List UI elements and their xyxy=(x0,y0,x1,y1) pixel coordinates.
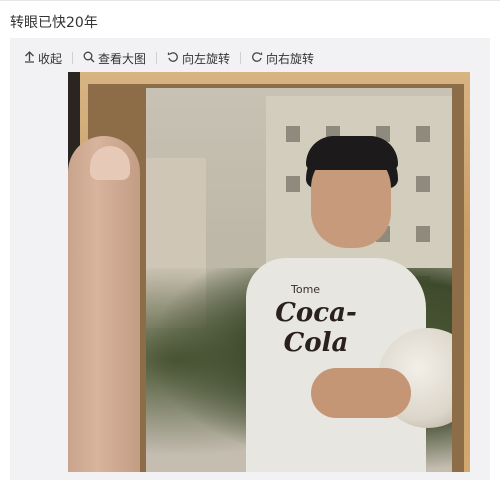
toolbar-separator xyxy=(72,52,74,64)
shirt-logo: Coca-Cola xyxy=(275,298,357,358)
shirt-logo-top: Tome xyxy=(291,283,321,296)
image-toolbar: 收起 查看大图 向左旋转 向右旋转 xyxy=(24,48,314,68)
magnifier-icon xyxy=(83,51,98,66)
collapse-up-icon xyxy=(24,50,38,66)
toolbar-separator xyxy=(240,52,242,64)
thumb xyxy=(68,136,140,472)
thumbnail xyxy=(90,146,130,180)
media-container: 收起 查看大图 向左旋转 向右旋转 Tome Coca-Cola xyxy=(10,38,490,480)
person-fringe xyxy=(306,136,398,170)
rotate-right-label: 向右旋转 xyxy=(266,51,315,66)
toolbar-separator xyxy=(156,52,158,64)
collapse-label: 收起 xyxy=(38,51,63,66)
rotate-left-label: 向左旋转 xyxy=(182,51,231,66)
post-text: 转眼已快20年 xyxy=(10,15,98,31)
view-large-label: 查看大图 xyxy=(98,51,147,66)
person-arm xyxy=(311,368,411,418)
rotate-right-icon xyxy=(251,51,266,66)
rotate-left-button[interactable]: 向左旋转 xyxy=(167,50,230,67)
top-divider xyxy=(0,0,500,1)
view-large-button[interactable]: 查看大图 xyxy=(83,50,146,67)
rotate-right-button[interactable]: 向右旋转 xyxy=(251,50,314,67)
rotate-left-icon xyxy=(167,51,182,66)
collapse-button[interactable]: 收起 xyxy=(24,50,62,67)
old-photo: Tome Coca-Cola xyxy=(146,88,452,472)
post-photo[interactable]: Tome Coca-Cola xyxy=(68,72,470,472)
